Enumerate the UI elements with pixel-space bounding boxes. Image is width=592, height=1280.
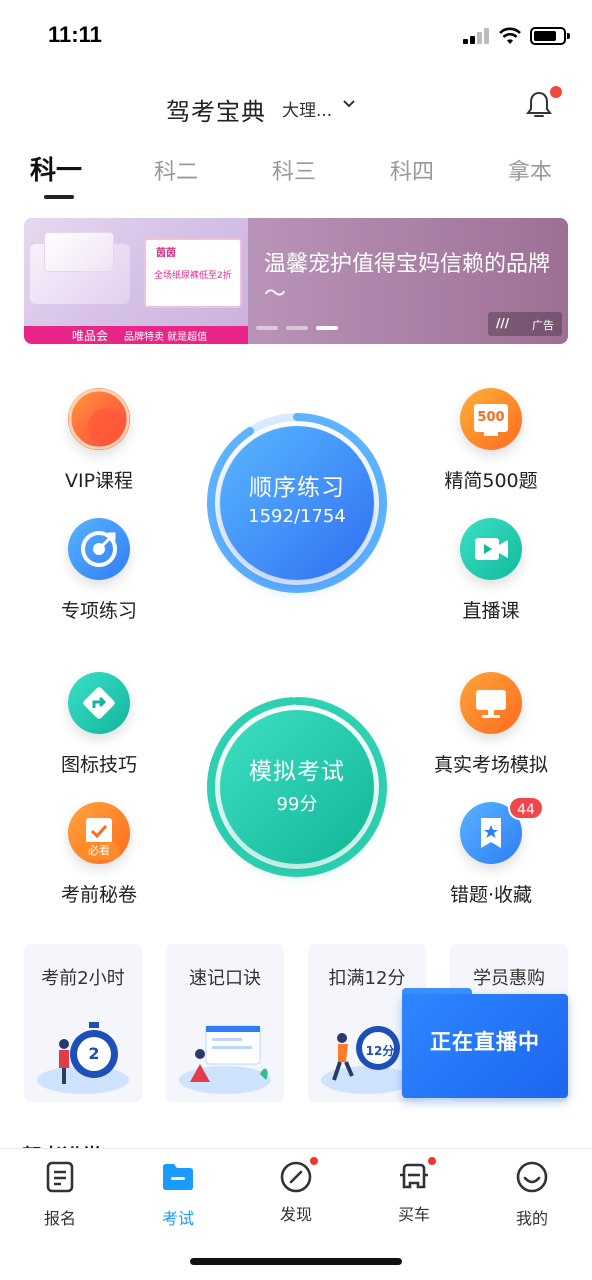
sign-tips[interactable]: 图标技巧 <box>24 672 174 777</box>
clock: 11:11 <box>48 22 102 47</box>
active-tab-indicator <box>44 195 74 199</box>
tab-license[interactable]: 拿本 <box>508 154 552 186</box>
car-icon <box>396 1155 438 1195</box>
practice-progress: 1592/1754 <box>248 506 346 527</box>
promo-card: 茵茵 全场纸尿裤低至2折 <box>144 238 242 308</box>
nav-me[interactable]: 我的 <box>492 1159 572 1229</box>
must-see-tag: 必看 <box>78 842 120 860</box>
live-now-floating-button[interactable]: 正在直播中 <box>402 988 568 1098</box>
chevron-down-icon[interactable] <box>343 98 355 110</box>
practice-core <box>220 426 374 580</box>
road-sign-icon <box>68 672 130 734</box>
live-now-label: 正在直播中 <box>430 1030 540 1054</box>
clock-number: 12分 <box>365 1044 395 1058</box>
stopwatch-number: 2 <box>88 1044 100 1063</box>
banner-product-image: 茵茵 全场纸尿裤低至2折 唯品会 品牌特卖 就是超值 <box>24 218 248 344</box>
mock-title: 模拟考试 <box>249 759 345 785</box>
secret-paper[interactable]: 必看 考前秘卷 <box>24 802 174 907</box>
ad-label: /// 广告 <box>488 312 562 336</box>
brand-name: 唯品会 <box>72 329 109 343</box>
tab-ke1[interactable]: 科一 <box>30 150 82 187</box>
practice-title: 顺序练习 <box>249 475 345 501</box>
diaper-pack-graphic <box>44 232 114 272</box>
app-title: 驾考宝典 <box>166 98 266 126</box>
battery-icon <box>530 27 570 45</box>
book-500-icon: 500 <box>460 388 522 450</box>
discover-red-dot <box>308 1155 320 1167</box>
sequential-practice-button[interactable]: 顺序练习 1592/1754 <box>206 412 388 594</box>
clipboard-check-icon: 必看 <box>68 802 130 864</box>
notification-dot <box>550 86 562 98</box>
card-2-hours[interactable]: 考前2小时 2 <box>24 944 142 1102</box>
reading-person-illustration <box>179 1025 271 1094</box>
mistakes-count-badge: 44 <box>508 796 544 820</box>
vip-course[interactable]: VIP课程 <box>24 388 174 493</box>
simplified-500[interactable]: 500 精简500题 <box>416 388 566 493</box>
carousel-dot <box>256 326 278 330</box>
carousel-dot-active <box>316 326 338 330</box>
nav-discover[interactable]: 发现 <box>256 1155 336 1225</box>
home-indicator <box>190 1258 402 1265</box>
tab-ke2[interactable]: 科二 <box>154 154 198 186</box>
mock-core <box>220 710 374 864</box>
card-mnemonics[interactable]: 速记口诀 <box>166 944 284 1102</box>
mock-score: 99分 <box>276 794 318 815</box>
mistakes-favorites[interactable]: 错题·收藏 <box>416 802 566 907</box>
live-course[interactable]: 直播课 <box>416 518 566 623</box>
ad-banner[interactable]: 茵茵 全场纸尿裤低至2折 唯品会 品牌特卖 就是超值 温馨宠护值得宝妈信赖的品牌… <box>24 218 568 344</box>
ad-logo-icon: /// <box>496 316 510 330</box>
subject-tabs: 科一 科二 科三 科四 拿本 <box>0 150 592 200</box>
signal-icon <box>463 28 491 44</box>
video-icon <box>460 518 522 580</box>
city-selector[interactable]: 大理... <box>282 96 332 121</box>
mock-exam-button[interactable]: 模拟考试 99分 <box>206 696 388 878</box>
monitor-icon <box>460 672 522 734</box>
wifi-icon <box>499 27 521 44</box>
status-bar: 11:11 <box>0 0 592 70</box>
carousel-dot <box>286 326 308 330</box>
product-promo: 全场纸尿裤低至2折 <box>154 271 232 281</box>
compass-icon <box>278 1155 320 1195</box>
folder-icon <box>163 1164 193 1190</box>
target-icon <box>68 518 130 580</box>
form-icon <box>46 1161 74 1193</box>
nav-buy-car[interactable]: 买车 <box>374 1155 454 1225</box>
tab-ke3[interactable]: 科三 <box>272 154 316 186</box>
smile-icon <box>516 1161 548 1193</box>
nav-register[interactable]: 报名 <box>20 1159 100 1229</box>
special-practice[interactable]: 专项练习 <box>24 518 174 623</box>
brand-bar: 唯品会 品牌特卖 就是超值 <box>24 326 248 344</box>
tab-ke4[interactable]: 科四 <box>390 154 434 186</box>
product-logo: 茵茵 <box>156 248 176 259</box>
brand-tagline: 品牌特卖 就是超值 <box>124 332 208 343</box>
buy-car-red-dot <box>426 1155 438 1167</box>
nav-exam[interactable]: 考试 <box>138 1159 218 1229</box>
real-exam-sim[interactable]: 真实考场模拟 <box>416 672 566 777</box>
banner-headline: 温馨宠护值得宝妈信赖的品牌～ <box>264 252 551 307</box>
vip-icon <box>68 388 130 450</box>
